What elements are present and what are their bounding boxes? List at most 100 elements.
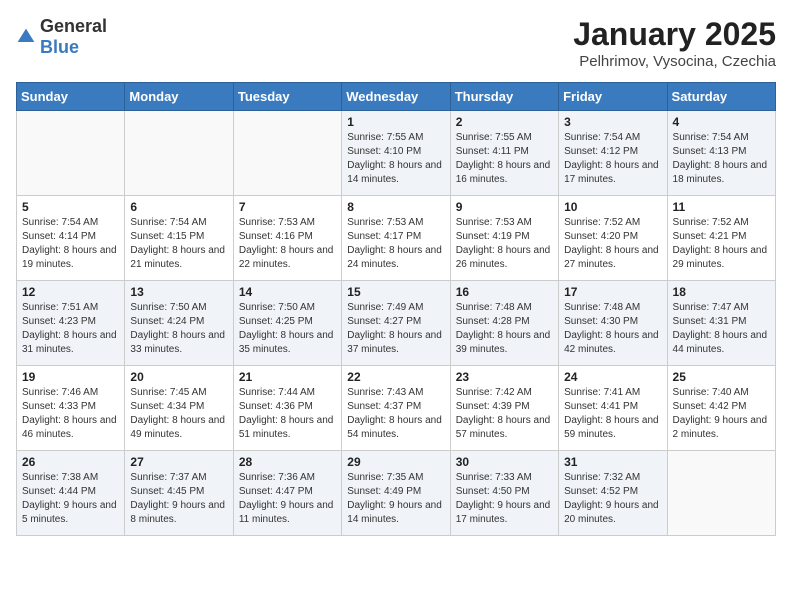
title-area: January 2025 Pelhrimov, Vysocina, Czechi… [573, 16, 776, 70]
calendar-cell: 24 Sunrise: 7:41 AM Sunset: 4:41 PM Dayli… [559, 366, 667, 451]
calendar-cell [125, 111, 233, 196]
calendar-cell: 30 Sunrise: 7:33 AM Sunset: 4:50 PM Dayli… [450, 451, 558, 536]
day-info: Sunrise: 7:50 AM Sunset: 4:25 PM Dayligh… [239, 301, 336, 357]
day-info: Sunrise: 7:55 AM Sunset: 4:10 PM Dayligh… [347, 131, 444, 187]
weekday-header-saturday: Saturday [667, 83, 775, 111]
day-number: 25 [673, 370, 770, 384]
day-info: Sunrise: 7:48 AM Sunset: 4:28 PM Dayligh… [456, 301, 553, 357]
day-info: Sunrise: 7:48 AM Sunset: 4:30 PM Dayligh… [564, 301, 661, 357]
day-info: Sunrise: 7:37 AM Sunset: 4:45 PM Dayligh… [130, 471, 227, 527]
day-number: 19 [22, 370, 119, 384]
day-info: Sunrise: 7:50 AM Sunset: 4:24 PM Dayligh… [130, 301, 227, 357]
calendar-cell: 22Sunrise: 7:43 AM Sunset: 4:37 PM Dayli… [342, 366, 450, 451]
calendar-cell: 9Sunrise: 7:53 AM Sunset: 4:19 PM Daylig… [450, 196, 558, 281]
calendar-cell: 28 Sunrise: 7:36 AM Sunset: 4:47 PM Dayli… [233, 451, 341, 536]
weekday-header-thursday: Thursday [450, 83, 558, 111]
day-number: 11 [673, 200, 770, 214]
calendar-cell: 19Sunrise: 7:46 AM Sunset: 4:33 PM Dayli… [17, 366, 125, 451]
day-number: 17 [564, 285, 661, 299]
calendar-cell: 29Sunrise: 7:35 AM Sunset: 4:49 PM Dayli… [342, 451, 450, 536]
day-number: 20 [130, 370, 227, 384]
calendar-cell: 20 Sunrise: 7:45 AM Sunset: 4:34 PM Dayli… [125, 366, 233, 451]
day-info: Sunrise: 7:42 AM Sunset: 4:39 PM Dayligh… [456, 386, 553, 442]
day-info: Sunrise: 7:47 AM Sunset: 4:31 PM Dayligh… [673, 301, 770, 357]
logo-general: General [40, 16, 107, 36]
day-number: 28 [239, 455, 336, 469]
day-number: 14 [239, 285, 336, 299]
logo-icon [16, 27, 36, 47]
calendar-week-5: 26Sunrise: 7:38 AM Sunset: 4:44 PM Dayli… [17, 451, 776, 536]
calendar-cell: 13 Sunrise: 7:50 AM Sunset: 4:24 PM Dayli… [125, 281, 233, 366]
day-info: Sunrise: 7:54 AM Sunset: 4:13 PM Dayligh… [673, 131, 770, 187]
day-number: 12 [22, 285, 119, 299]
weekday-header-monday: Monday [125, 83, 233, 111]
calendar-cell: 14 Sunrise: 7:50 AM Sunset: 4:25 PM Dayli… [233, 281, 341, 366]
calendar-cell: 15Sunrise: 7:49 AM Sunset: 4:27 PM Dayli… [342, 281, 450, 366]
day-number: 29 [347, 455, 444, 469]
calendar-cell: 11 Sunrise: 7:52 AM Sunset: 4:21 PM Dayli… [667, 196, 775, 281]
calendar-cell: 21 Sunrise: 7:44 AM Sunset: 4:36 PM Dayli… [233, 366, 341, 451]
day-number: 13 [130, 285, 227, 299]
calendar-cell: 12 Sunrise: 7:51 AM Sunset: 4:23 PM Dayli… [17, 281, 125, 366]
day-info: Sunrise: 7:51 AM Sunset: 4:23 PM Dayligh… [22, 301, 119, 357]
day-number: 30 [456, 455, 553, 469]
day-info: Sunrise: 7:52 AM Sunset: 4:21 PM Dayligh… [673, 216, 770, 272]
calendar-cell: 16 Sunrise: 7:48 AM Sunset: 4:28 PM Dayli… [450, 281, 558, 366]
calendar-cell: 27 Sunrise: 7:37 AM Sunset: 4:45 PM Dayli… [125, 451, 233, 536]
day-number: 4 [673, 115, 770, 129]
day-number: 9 [456, 200, 553, 214]
logo: General Blue [16, 16, 107, 58]
logo-blue: Blue [40, 37, 79, 57]
calendar-cell: 23 Sunrise: 7:42 AM Sunset: 4:39 PM Dayli… [450, 366, 558, 451]
day-info: Sunrise: 7:53 AM Sunset: 4:16 PM Dayligh… [239, 216, 336, 272]
day-number: 31 [564, 455, 661, 469]
weekday-header-wednesday: Wednesday [342, 83, 450, 111]
day-number: 24 [564, 370, 661, 384]
calendar-week-3: 12 Sunrise: 7:51 AM Sunset: 4:23 PM Dayli… [17, 281, 776, 366]
calendar-cell: 26Sunrise: 7:38 AM Sunset: 4:44 PM Dayli… [17, 451, 125, 536]
calendar-cell: 5Sunrise: 7:54 AM Sunset: 4:14 PM Daylig… [17, 196, 125, 281]
calendar-cell: 17 Sunrise: 7:48 AM Sunset: 4:30 PM Dayli… [559, 281, 667, 366]
day-number: 3 [564, 115, 661, 129]
calendar-week-4: 19Sunrise: 7:46 AM Sunset: 4:33 PM Dayli… [17, 366, 776, 451]
calendar-cell: 3Sunrise: 7:54 AM Sunset: 4:12 PM Daylig… [559, 111, 667, 196]
calendar-cell: 6Sunrise: 7:54 AM Sunset: 4:15 PM Daylig… [125, 196, 233, 281]
day-number: 8 [347, 200, 444, 214]
calendar-cell: 10 Sunrise: 7:52 AM Sunset: 4:20 PM Dayli… [559, 196, 667, 281]
calendar-cell: 1 Sunrise: 7:55 AM Sunset: 4:10 PM Daylig… [342, 111, 450, 196]
calendar-cell: 31Sunrise: 7:32 AM Sunset: 4:52 PM Dayli… [559, 451, 667, 536]
calendar-cell: 18 Sunrise: 7:47 AM Sunset: 4:31 PM Dayli… [667, 281, 775, 366]
day-number: 16 [456, 285, 553, 299]
calendar-cell: 4 Sunrise: 7:54 AM Sunset: 4:13 PM Daylig… [667, 111, 775, 196]
weekday-header-friday: Friday [559, 83, 667, 111]
day-number: 27 [130, 455, 227, 469]
day-number: 23 [456, 370, 553, 384]
calendar-week-1: 1 Sunrise: 7:55 AM Sunset: 4:10 PM Daylig… [17, 111, 776, 196]
day-info: Sunrise: 7:52 AM Sunset: 4:20 PM Dayligh… [564, 216, 661, 272]
day-info: Sunrise: 7:54 AM Sunset: 4:15 PM Dayligh… [130, 216, 227, 272]
day-number: 21 [239, 370, 336, 384]
day-number: 18 [673, 285, 770, 299]
day-info: Sunrise: 7:45 AM Sunset: 4:34 PM Dayligh… [130, 386, 227, 442]
weekday-header-tuesday: Tuesday [233, 83, 341, 111]
day-number: 15 [347, 285, 444, 299]
weekday-header-row: SundayMondayTuesdayWednesdayThursdayFrid… [17, 83, 776, 111]
calendar-header: SundayMondayTuesdayWednesdayThursdayFrid… [17, 83, 776, 111]
day-info: Sunrise: 7:41 AM Sunset: 4:41 PM Dayligh… [564, 386, 661, 442]
day-info: Sunrise: 7:44 AM Sunset: 4:36 PM Dayligh… [239, 386, 336, 442]
weekday-header-sunday: Sunday [17, 83, 125, 111]
day-info: Sunrise: 7:33 AM Sunset: 4:50 PM Dayligh… [456, 471, 553, 527]
calendar-cell [17, 111, 125, 196]
calendar-week-2: 5Sunrise: 7:54 AM Sunset: 4:14 PM Daylig… [17, 196, 776, 281]
day-info: Sunrise: 7:43 AM Sunset: 4:37 PM Dayligh… [347, 386, 444, 442]
header: General Blue January 2025 Pelhrimov, Vys… [16, 16, 776, 70]
day-number: 1 [347, 115, 444, 129]
day-number: 7 [239, 200, 336, 214]
day-info: Sunrise: 7:36 AM Sunset: 4:47 PM Dayligh… [239, 471, 336, 527]
day-number: 26 [22, 455, 119, 469]
day-number: 10 [564, 200, 661, 214]
day-info: Sunrise: 7:55 AM Sunset: 4:11 PM Dayligh… [456, 131, 553, 187]
day-info: Sunrise: 7:40 AM Sunset: 4:42 PM Dayligh… [673, 386, 770, 442]
calendar-cell: 25 Sunrise: 7:40 AM Sunset: 4:42 PM Dayli… [667, 366, 775, 451]
calendar-body: 1 Sunrise: 7:55 AM Sunset: 4:10 PM Daylig… [17, 111, 776, 536]
